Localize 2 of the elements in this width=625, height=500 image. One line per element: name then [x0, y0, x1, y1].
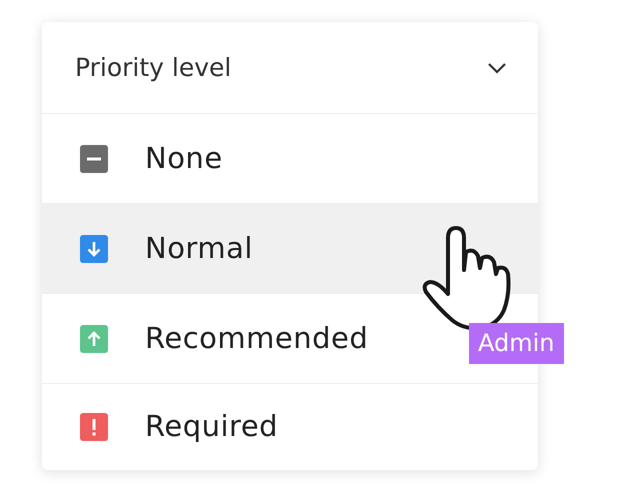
- dropdown-title: Priority level: [75, 52, 232, 84]
- user-label: Admin: [469, 323, 564, 364]
